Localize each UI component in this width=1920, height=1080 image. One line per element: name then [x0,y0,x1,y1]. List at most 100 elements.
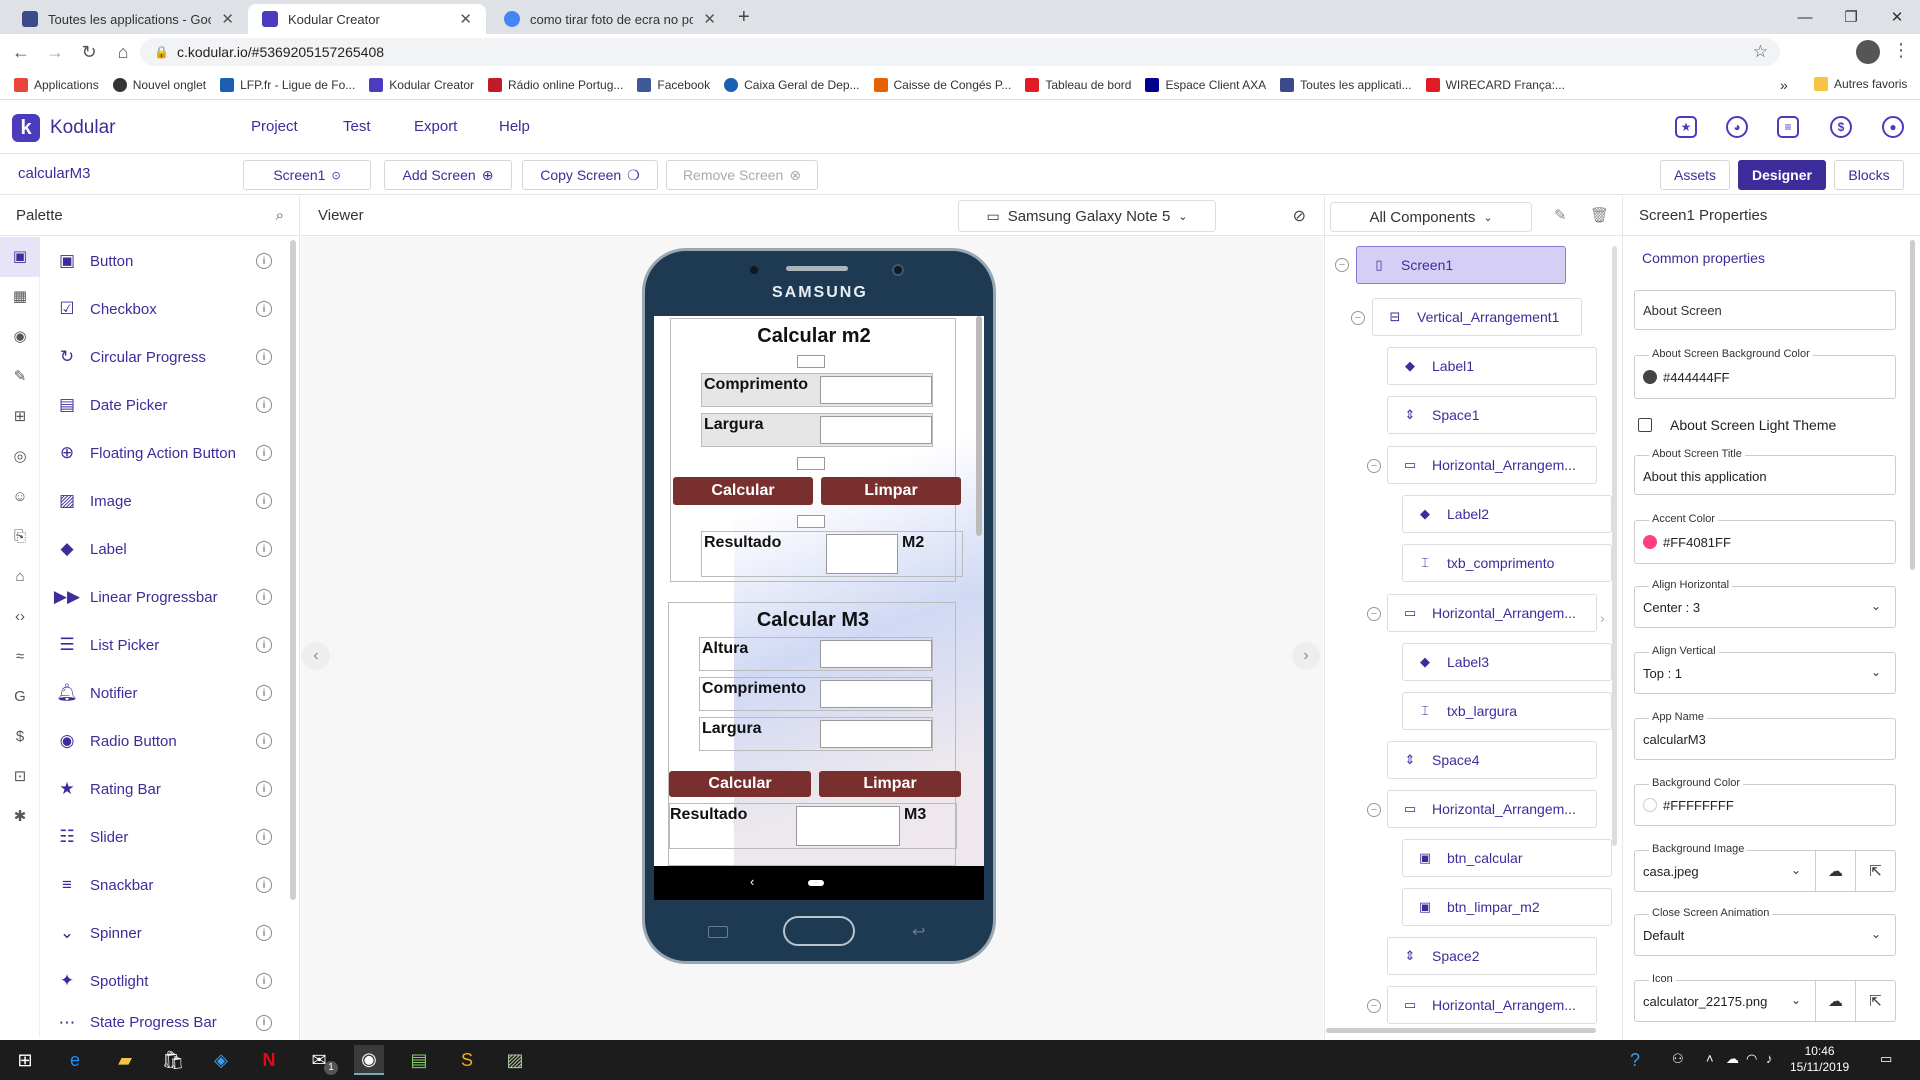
info-icon[interactable]: i [256,781,272,797]
viewer-prev-arrow-icon[interactable]: ‹ [302,642,330,670]
collapse-toggle-icon[interactable]: − [1367,607,1381,621]
info-icon[interactable]: i [256,877,272,893]
palette-item-circular-progress[interactable]: ↻ Circular Progress i [42,333,282,381]
about-screen-field[interactable]: About Screen [1634,290,1896,330]
info-icon[interactable]: i [256,637,272,653]
palette-scrollbar[interactable] [290,240,296,900]
remove-screen-button[interactable]: Remove Screen ⊗ [666,160,818,190]
collapse-toggle-icon[interactable]: − [1335,258,1349,272]
bookmark-star-icon[interactable]: ☆ [1753,42,1768,62]
bookmark-applications[interactable]: Applications [14,77,99,92]
palette-item-state-progress-bar[interactable]: ⋯ State Progress Bar i [42,1005,282,1040]
maps-category-icon[interactable]: ⊞ [0,397,40,437]
netflix-icon[interactable]: N [254,1045,284,1075]
info-icon[interactable]: i [256,925,272,941]
extensions-category-icon[interactable]: ✱ [0,797,40,837]
menu-test[interactable]: Test [343,118,371,135]
btn-limpar-m2[interactable]: Limpar [821,477,961,505]
component-btn-limpar-m2[interactable]: ▣ btn_limpar_m2 [1402,888,1612,926]
library-book-icon[interactable]: ≡ [1777,116,1799,138]
info-icon[interactable]: i [256,829,272,845]
light-theme-checkbox[interactable] [1638,418,1652,432]
connectivity-category-icon[interactable]: ‹› [0,597,40,637]
restore-icon[interactable]: ❐ [1828,0,1874,34]
notepad-icon[interactable]: ▤ [404,1045,434,1075]
component-horizontal-arrangement4[interactable]: ▭ Horizontal_Arrangem... [1387,986,1597,1024]
chrome-menu-icon[interactable]: ⋮ [1892,40,1910,61]
bookmark-item[interactable]: WIRECARD França:... [1425,77,1565,92]
palette-item-button[interactable]: ▣ Button i [42,237,282,285]
assets-button[interactable]: Assets [1660,160,1730,190]
nav-home-pill-icon[interactable] [808,880,824,886]
palette-item-radio-button[interactable]: ◉ Radio Button i [42,717,282,765]
file-explorer-icon[interactable]: ▰ [110,1045,140,1075]
info-icon[interactable]: i [256,445,272,461]
components-filter-select[interactable]: All Components ⌄ [1330,202,1532,232]
info-icon[interactable]: i [256,349,272,365]
upload-cloud-icon[interactable]: ☁ [1815,851,1855,891]
reload-icon[interactable]: ↻ [76,42,102,63]
icon-select[interactable]: Icon calculator_22175.png ⌄ ☁ ⇱ [1634,973,1896,1022]
social-category-icon[interactable]: ☺ [0,477,40,517]
dynamic-category-icon[interactable]: ⊡ [0,757,40,797]
upload-cloud-icon[interactable]: ☁ [1815,981,1855,1021]
component-label1[interactable]: ◆ Label1 [1387,347,1597,385]
components-horizontal-scrollbar[interactable] [1326,1028,1596,1033]
palette-item-linear-progressbar[interactable]: ▶▶ Linear Progressbar i [42,573,282,621]
background-color-picker[interactable]: Background Color #FFFFFFFF [1634,777,1896,826]
palette-item-date-picker[interactable]: ▤ Date Picker i [42,381,282,429]
component-horizontal-arrangement2[interactable]: ▭ Horizontal_Arrangem... [1387,594,1597,632]
screen-select-button[interactable]: Screen1 ⊙ [243,160,371,190]
close-animation-select[interactable]: Close Screen Animation Default ⌄ [1634,907,1896,956]
profile-avatar[interactable] [1856,40,1880,64]
open-external-icon[interactable]: ⇱ [1855,981,1895,1021]
photos-icon[interactable]: ▨ [500,1045,530,1075]
monetization-category-icon[interactable]: $ [0,717,40,757]
component-space1[interactable]: ⇕ Space1 [1387,396,1597,434]
wifi-icon[interactable]: ◠ [1746,1051,1757,1067]
info-icon[interactable]: i [256,1014,272,1031]
storage-category-icon[interactable]: ⎘ [0,517,40,557]
rss-category-icon[interactable]: ≈ [0,637,40,677]
txb-largura[interactable] [820,416,932,444]
dollar-icon[interactable]: $ [1830,116,1852,138]
info-icon[interactable]: i [256,589,272,605]
common-properties-tab[interactable]: Common properties [1642,250,1765,266]
user-interface-category-icon[interactable]: ▣ [0,237,40,277]
palette-item-rating-bar[interactable]: ★ Rating Bar i [42,765,282,813]
new-tab-icon[interactable]: + [738,6,750,29]
more-bookmarks-chevron[interactable]: » [1780,77,1788,93]
dropbox-icon[interactable]: ◈ [206,1045,236,1075]
palette-item-image[interactable]: ▨ Image i [42,477,282,525]
menu-export[interactable]: Export [414,118,457,135]
palette-item-spotlight[interactable]: ✦ Spotlight i [42,957,282,1005]
bookmark-item[interactable]: Caixa Geral de Dep... [724,77,860,92]
device-select[interactable]: ▭ Samsung Galaxy Note 5 ⌄ [958,200,1216,232]
google-category-icon[interactable]: G [0,677,40,717]
browser-tab-kodular[interactable]: Kodular Creator ✕ [248,4,486,34]
help-icon[interactable]: ? [1620,1045,1650,1075]
bookmark-item[interactable]: Tableau de bord [1025,77,1131,92]
designer-button[interactable]: Designer [1738,160,1826,190]
add-screen-button[interactable]: Add Screen ⊕ [384,160,512,190]
collapse-toggle-icon[interactable]: − [1367,803,1381,817]
align-vertical-select[interactable]: Align Vertical Top : 1 ⌄ [1634,645,1896,694]
btn-calcular-m3[interactable]: Calcular [669,771,811,797]
component-horizontal-arrangement3[interactable]: ▭ Horizontal_Arrangem... [1387,790,1597,828]
info-icon[interactable]: i [256,493,272,509]
forward-icon[interactable]: → [42,42,68,63]
search-icon[interactable]: ⌕ [276,207,284,224]
palette-item-notifier[interactable]: 🔔︎ Notifier i [42,669,282,717]
nav-back-icon[interactable]: ‹ [750,874,754,889]
sublime-icon[interactable]: S [452,1045,482,1075]
kodular-logo[interactable]: k Kodular [12,114,116,142]
palette-theme-icon[interactable]: ◕ [1726,116,1748,138]
info-icon[interactable]: i [256,685,272,701]
bookmark-item[interactable]: Nouvel onglet [112,77,206,92]
component-txb-comprimento[interactable]: ⌶ txb_comprimento [1402,544,1612,582]
people-icon[interactable]: ⚇ [1672,1051,1684,1067]
home-icon[interactable]: ⌂ [110,42,136,63]
close-tab-icon[interactable]: ✕ [221,10,234,28]
close-window-icon[interactable]: ✕ [1874,0,1920,34]
delete-trash-icon[interactable]: 🗑︎ [1590,206,1609,224]
